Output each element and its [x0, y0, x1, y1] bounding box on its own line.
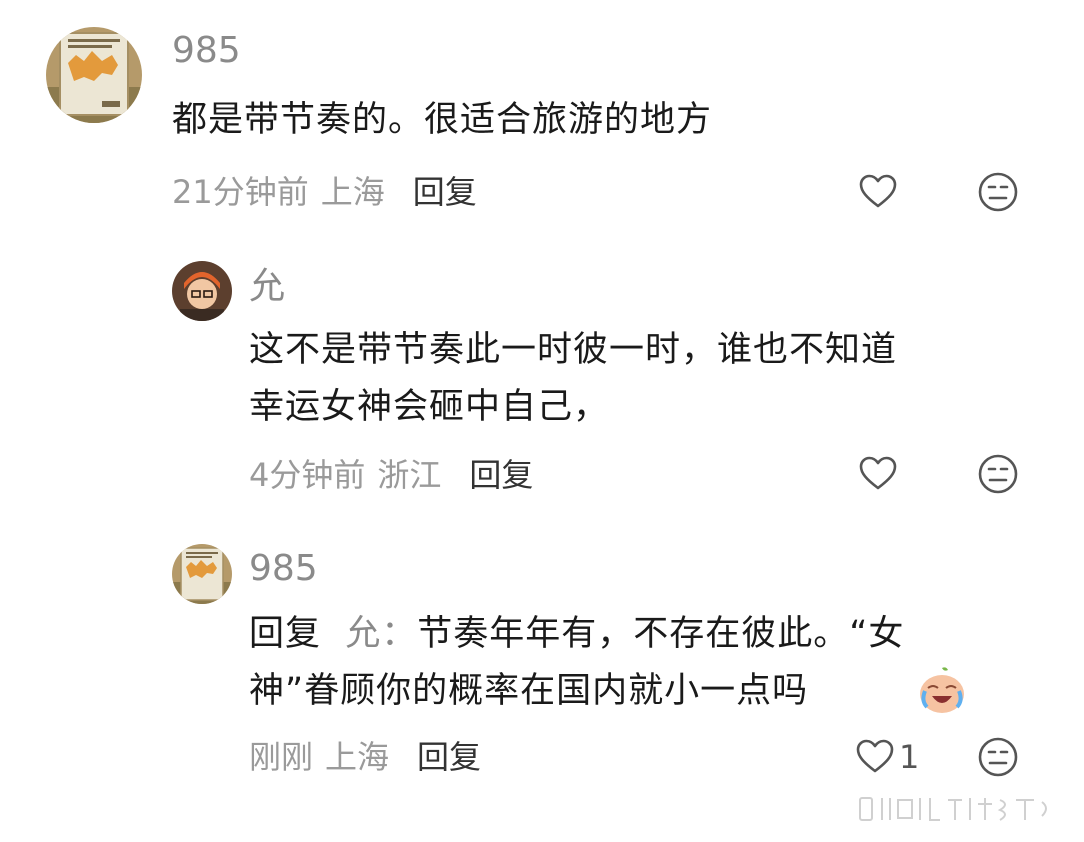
avatar[interactable]: [172, 261, 232, 321]
like-button[interactable]: 1: [855, 737, 919, 777]
location: 浙江: [377, 456, 442, 494]
comment-text: 这不是带节奏此一时彼一时，谁也不知道 幸运女神会砸中自己，: [249, 330, 898, 427]
comment-meta: 刚刚 上海 回复: [249, 737, 481, 777]
neutral-face-icon: [978, 737, 1018, 777]
username[interactable]: 允: [249, 267, 285, 307]
reply-to-user[interactable]: 允：: [345, 614, 417, 654]
reply-button[interactable]: 回复: [413, 172, 477, 212]
location: 上海: [320, 173, 385, 211]
timestamp: 4分钟前: [249, 456, 366, 494]
comment-text: 回复 允：节奏年年有，不存在彼此。“女 神”眷顾你的概率在国内就小一点吗: [249, 606, 904, 720]
comment-text: 都是带节奏的。很适合旅游的地方: [172, 100, 713, 140]
location: 上海: [325, 738, 390, 776]
heart-icon: [859, 456, 897, 490]
reply-button[interactable]: 回复: [417, 737, 481, 777]
neutral-face-icon: [978, 454, 1018, 494]
like-button[interactable]: [858, 454, 902, 494]
comment-meta: 21分钟前 上海 回复: [172, 172, 477, 212]
heart-icon: [859, 174, 897, 208]
timestamp: 21分钟前: [172, 173, 309, 211]
crying-laugh-emoji: [916, 664, 968, 716]
heart-icon: [856, 739, 894, 773]
username[interactable]: 985: [249, 549, 318, 589]
dislike-button[interactable]: [977, 453, 1019, 495]
comment-meta: 4分钟前 浙江 回复: [249, 455, 533, 495]
neutral-face-icon: [978, 172, 1018, 212]
avatar[interactable]: [46, 27, 142, 123]
avatar[interactable]: [172, 544, 232, 604]
like-button[interactable]: [858, 172, 902, 212]
username[interactable]: 985: [172, 31, 241, 71]
reply-prefix: 回复: [249, 614, 322, 654]
timestamp: 刚刚: [249, 738, 314, 776]
weibo-watermark: [858, 794, 1058, 828]
like-count: 1: [899, 738, 920, 776]
dislike-button[interactable]: [977, 171, 1019, 213]
reply-button[interactable]: 回复: [469, 455, 533, 495]
dislike-button[interactable]: [977, 736, 1019, 778]
